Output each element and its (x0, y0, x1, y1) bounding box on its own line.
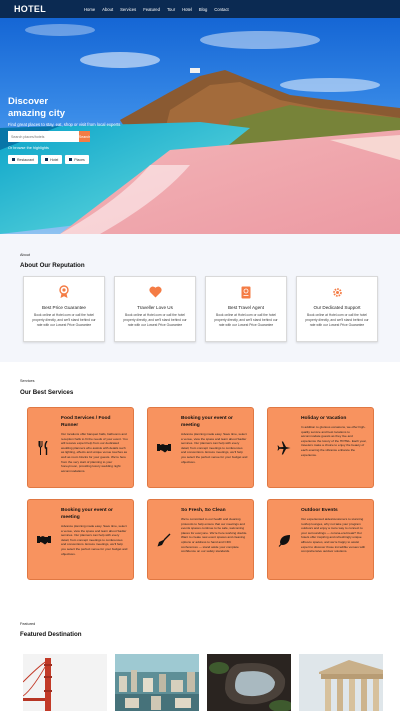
resort-pool-photo[interactable] (207, 654, 291, 711)
nav-link-blog[interactable]: Blog (199, 7, 207, 12)
reputation-card-text: Book online at Hotel.com or call the hot… (123, 313, 187, 327)
nav-link-about[interactable]: About (102, 7, 113, 12)
passport-icon (239, 285, 253, 299)
reputation-card: Best Travel Agent Book online at Hotel.c… (205, 276, 287, 342)
nav-link-hotel[interactable]: Hotel (182, 7, 192, 12)
service-card-text: Advance planning made easy. Save time, s… (181, 432, 248, 464)
category-hotel-button[interactable]: Hotel (41, 155, 63, 164)
hero-title: Discover amazing city (8, 96, 65, 120)
about-eyebrow: About (20, 253, 30, 257)
ancient-temple-photo[interactable] (299, 654, 383, 711)
about-title: About Our Reputation (20, 262, 85, 269)
service-card[interactable]: So Fresh, So Clean We're committed to ou… (147, 499, 254, 580)
hero-subtitle: Find great places to stay, eat, shop or … (8, 122, 121, 127)
broom-icon (156, 532, 172, 548)
service-card[interactable]: Holiday or Vacation In addition to glori… (267, 407, 374, 488)
services-title: Our Best Services (20, 389, 74, 396)
featured-section: Featured Featured Destination (0, 618, 400, 711)
city-skyline-photo[interactable] (115, 654, 199, 711)
hero-section: Discover amazing city Find great places … (0, 0, 400, 234)
service-card-title: Food Services / Food Runner (61, 416, 111, 428)
service-card-text: In addition to glorious occasions, we of… (301, 425, 367, 457)
service-card[interactable]: Booking your event or meeting Advance pl… (147, 407, 254, 488)
handshake-icon (36, 532, 52, 548)
airplane-icon (276, 440, 292, 456)
service-card[interactable]: Booking your event or meeting Advance pl… (27, 499, 134, 580)
services-section: Services Our Best Services Food Services… (0, 362, 400, 618)
featured-eyebrow: Featured (20, 622, 36, 626)
handshake-icon (156, 440, 172, 456)
category-buttons: Restaurant Hotel Places (8, 155, 89, 164)
browse-highlights-label: Or browse the highlights (8, 146, 49, 150)
support-gear-icon (330, 285, 344, 299)
cutlery-icon (36, 440, 52, 456)
reputation-card-text: Book online at Hotel.com or call the hot… (214, 313, 278, 327)
service-card-text: We're committed to our health and cleani… (181, 517, 248, 554)
services-eyebrow: Services (20, 379, 35, 383)
featured-title: Featured Destination (20, 631, 82, 638)
nav-link-home[interactable]: Home (84, 7, 95, 12)
search-button[interactable]: Search (79, 131, 90, 142)
reputation-cards: Best Price Guarantee Book online at Hote… (23, 276, 378, 342)
nav-links: Home About Services Featured Tour Hotel … (84, 7, 229, 12)
reputation-card-text: Book online at Hotel.com or call the hot… (305, 313, 369, 327)
category-label: Restaurant (17, 157, 35, 162)
service-card-title: Outdoor Events (301, 508, 338, 513)
service-card-title: Holiday or Vacation (301, 416, 347, 421)
hero-title-line-2: amazing city (8, 108, 66, 119)
service-card-text: Advance planning made easy. Save time, s… (61, 524, 128, 556)
heart-icon (148, 285, 162, 299)
reputation-card-text: Book online at Hotel.com or call the hot… (32, 313, 96, 327)
hotel-icon (45, 158, 49, 161)
service-card[interactable]: Outdoor Events Our experienced aides/cus… (267, 499, 374, 580)
hero-title-line-1: Discover (8, 96, 49, 107)
service-card-text: Our experienced aides/customers to stunn… (301, 517, 366, 554)
nav-link-contact[interactable]: Contact (214, 7, 228, 12)
restaurant-icon (12, 158, 15, 161)
about-section: About About Our Reputation Best Price Gu… (0, 234, 400, 362)
nav-link-featured[interactable]: Featured (143, 7, 160, 12)
nav-link-tour[interactable]: Tour (167, 7, 175, 12)
search-input[interactable] (8, 131, 79, 142)
service-card-title: So Fresh, So Clean (181, 508, 226, 513)
category-restaurant-button[interactable]: Restaurant (8, 155, 39, 164)
service-card-title: Booking your event or meeting (181, 416, 233, 428)
award-icon (57, 285, 71, 299)
category-places-button[interactable]: Places (65, 155, 89, 164)
golden-gate-bridge-photo[interactable] (23, 654, 107, 711)
top-navbar: HOTEL Home About Services Featured Tour … (0, 0, 400, 18)
destination-cards (23, 654, 383, 711)
leaf-icon (276, 532, 292, 548)
service-card-title: Booking your event or meeting (61, 508, 113, 520)
category-label: Hotel (50, 157, 59, 162)
nav-link-services[interactable]: Services (120, 7, 136, 12)
reputation-card: Best Price Guarantee Book online at Hote… (23, 276, 105, 342)
hero-search-bar: Search (8, 131, 90, 142)
site-logo[interactable]: HOTEL (14, 4, 84, 14)
service-card-text: Our locations offer banquet halls, ballr… (61, 432, 128, 473)
category-label: Places (74, 157, 85, 162)
service-card[interactable]: Food Services / Food Runner Our location… (27, 407, 134, 488)
service-cards: Food Services / Food Runner Our location… (27, 407, 374, 580)
reputation-card: Traveller Love Us Book online at Hotel.c… (114, 276, 196, 342)
reputation-card: Our Dedicated Support Book online at Hot… (296, 276, 378, 342)
places-icon (69, 158, 73, 161)
